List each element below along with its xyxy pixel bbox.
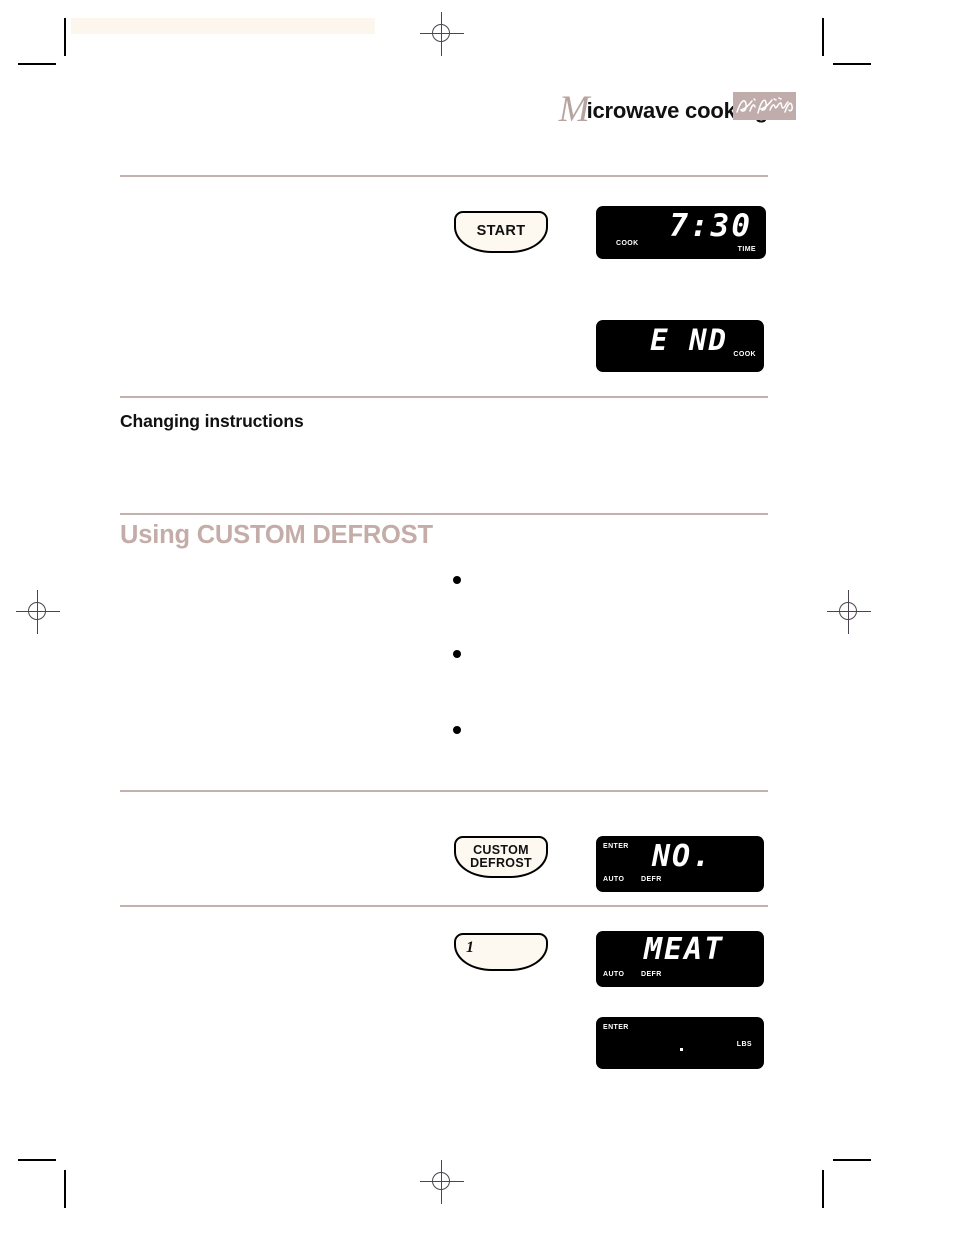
crop-mark-bottom-left-horizontal: [18, 1159, 56, 1161]
registration-mark-left: [16, 590, 60, 634]
divider-changing-instructions: [120, 396, 768, 398]
prepress-color-bar: [71, 18, 375, 34]
crop-mark-top-right-horizontal: [833, 63, 871, 65]
start-button[interactable]: START: [454, 211, 548, 253]
custom-defrost-button[interactable]: CUSTOM DEFROST: [454, 836, 548, 878]
display-cook-time-annunciator-cook: COOK: [616, 240, 639, 247]
divider-below-defrost-step: [120, 905, 768, 907]
display-cook-time-value: 7:30: [669, 208, 752, 244]
crop-mark-top-left-vertical: [64, 18, 66, 56]
display-weight-entry-annunciator-enter: ENTER: [603, 1024, 629, 1031]
crop-mark-bottom-right-horizontal: [833, 1159, 871, 1161]
display-defrost-number-annunciator-defr: DEFR: [641, 876, 662, 883]
display-end-value: E ND: [650, 323, 728, 357]
start-button-label: START: [476, 223, 526, 240]
display-end-annunciator-cook: COOK: [733, 351, 756, 358]
number-key-1-label: 1: [466, 939, 474, 956]
manual-page: M icrowave cooking Changing instructions…: [0, 0, 954, 1235]
list-item-bullet-3: [453, 726, 461, 734]
crop-mark-top-right-vertical: [822, 18, 824, 56]
display-weight-entry-decimal-point: [680, 1048, 683, 1051]
heading-changing-instructions: Changing instructions: [120, 411, 304, 431]
divider-above-defrost-step: [120, 790, 768, 792]
crop-mark-bottom-left-vertical: [64, 1170, 66, 1208]
display-defrost-number-value: NO.: [652, 839, 713, 874]
display-weight-entry-annunciator-lbs: LBS: [736, 1041, 752, 1048]
display-cook-time-annunciator-time: TIME: [737, 246, 756, 253]
display-cook-time: 7:30 COOK TIME: [596, 206, 766, 259]
registration-mark-top: [420, 12, 464, 56]
display-defrost-number: NO. ENTER AUTO DEFR: [596, 836, 764, 892]
custom-defrost-button-label-line-1: CUSTOM: [473, 842, 529, 857]
display-defrost-food-type-annunciator-defr: DEFR: [641, 971, 662, 978]
display-defrost-food-type-annunciator-auto: AUTO: [603, 971, 625, 978]
registration-mark-bottom: [420, 1160, 464, 1204]
display-defrost-food-type-value: MEAT: [644, 932, 725, 967]
number-key-1[interactable]: 1: [454, 933, 548, 971]
heading-using-custom-defrost: Using CUSTOM DEFROST: [120, 521, 433, 549]
registration-mark-right: [827, 590, 871, 634]
display-weight-entry: ENTER LBS: [596, 1017, 764, 1069]
divider-above-custom-defrost: [120, 513, 768, 515]
kitchenaid-signature-logo: [733, 92, 796, 120]
header-drop-cap: M: [558, 89, 590, 130]
display-end: E ND COOK: [596, 320, 764, 372]
list-item-bullet-2: [453, 650, 461, 658]
display-defrost-number-annunciator-enter: ENTER: [603, 843, 629, 850]
crop-mark-bottom-right-vertical: [822, 1170, 824, 1208]
display-defrost-number-annunciator-auto: AUTO: [603, 876, 625, 883]
display-defrost-food-type: MEAT AUTO DEFR: [596, 931, 764, 987]
crop-mark-top-left-horizontal: [18, 63, 56, 65]
list-item-bullet-1: [453, 576, 461, 584]
divider-top: [120, 175, 768, 177]
custom-defrost-button-label-line-2: DEFROST: [470, 856, 532, 870]
